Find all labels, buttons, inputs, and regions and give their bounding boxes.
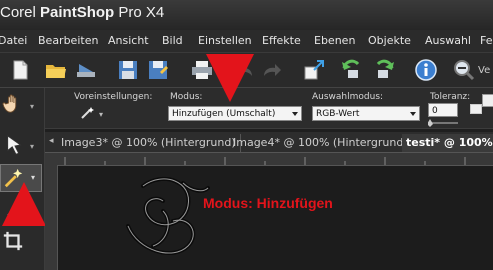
menu-bar: Datei Bearbeiten Ansicht Bild Einstellen…	[0, 30, 493, 53]
open-folder-icon[interactable]	[44, 58, 68, 82]
chevron-down-icon[interactable]: ▾	[30, 142, 34, 151]
save-icon[interactable]	[116, 58, 140, 82]
horizontal-ruler	[45, 153, 493, 166]
mode-select-value: Hinzufügen (Umschalt)	[172, 109, 276, 119]
menu-einstellen[interactable]: Einstellen	[198, 34, 252, 47]
annotation-arrow-down-icon	[206, 54, 254, 102]
chevron-down-icon[interactable]: ▾	[30, 102, 34, 111]
app-title: Corel PaintShop Pro X4	[0, 4, 164, 21]
selection-mode-select-value: RGB-Wert	[316, 109, 360, 119]
resize-icon[interactable]	[302, 58, 326, 82]
presets-label: Voreinstellungen:	[74, 92, 153, 102]
tabs-scroll-left-icon[interactable]: ◂	[49, 136, 54, 146]
document-tab-bar: ◂ Image3* @ 100% (Hintergrund) Image4* @…	[45, 132, 493, 153]
pan-hand-icon[interactable]	[2, 92, 24, 114]
title-bar: Corel PaintShop Pro X4	[0, 0, 493, 30]
tab-image3[interactable]: Image3* @ 100% (Hintergrund)	[57, 134, 241, 152]
zoom-label-truncated: Ve	[478, 65, 491, 76]
tab-image4[interactable]: Image4* @ 100% (Hintergrund)	[229, 134, 413, 152]
new-file-icon[interactable]	[8, 58, 32, 82]
mode-select[interactable]: Hinzufügen (Umschalt)	[168, 106, 302, 121]
ruler-ticks	[64, 157, 466, 165]
info-icon[interactable]	[414, 58, 438, 82]
menu-objekte[interactable]: Objekte	[368, 34, 411, 47]
tolerance-spin-up[interactable]	[470, 104, 482, 114]
chevron-down-icon	[410, 112, 416, 116]
annotation-arrow-up-icon	[2, 182, 46, 226]
menu-ansicht[interactable]: Ansicht	[108, 34, 149, 47]
crop-icon[interactable]	[2, 230, 24, 252]
menu-datei[interactable]: Datei	[0, 34, 27, 47]
tab-label: testi* @ 100% (R	[406, 136, 493, 149]
tab-label: Image3* @ 100% (Hintergrund)	[61, 136, 236, 149]
tab-label: Image4* @ 100% (Hintergrund)	[233, 136, 408, 149]
tolerance-value: 0	[432, 106, 438, 116]
presets-dropdown-arrow-icon[interactable]: ▾	[99, 110, 103, 119]
pick-arrow-icon[interactable]	[4, 134, 26, 156]
menu-bild[interactable]: Bild	[162, 34, 183, 47]
menu-auswahl[interactable]: Auswahl	[425, 34, 471, 47]
tolerance-slider[interactable]	[428, 119, 458, 127]
tolerance-input[interactable]: 0	[428, 103, 458, 117]
menu-bearbeiten[interactable]: Bearbeiten	[38, 34, 98, 47]
presets-magic-wand-icon[interactable]	[80, 106, 96, 120]
save-as-icon[interactable]	[146, 58, 170, 82]
mode-label: Modus:	[170, 92, 203, 102]
calligraphy-swirl-artwork	[126, 176, 210, 256]
menu-effekte[interactable]: Effekte	[262, 34, 301, 47]
annotation-text: Modus: Hinzufügen	[203, 195, 333, 211]
selection-mode-label: Auswahlmodus:	[312, 92, 384, 102]
tolerance-label: Toleranz:	[430, 92, 471, 102]
menu-ebenen[interactable]: Ebenen	[314, 34, 355, 47]
rotate-left-icon[interactable]	[340, 58, 364, 82]
app-title-version: Pro X4	[118, 4, 165, 21]
chevron-down-icon	[292, 112, 298, 116]
rotate-right-icon[interactable]	[372, 58, 396, 82]
scanner-icon[interactable]	[74, 58, 98, 82]
menu-fenster[interactable]: Fe	[480, 34, 493, 47]
app-title-brand: Corel	[0, 4, 36, 21]
options-checkbox[interactable]	[482, 94, 493, 107]
redo-icon[interactable]	[260, 58, 284, 82]
tools-palette: ▾ ▾ ▾	[0, 88, 45, 270]
selection-mode-select[interactable]: RGB-Wert	[312, 106, 420, 121]
app-title-product: PaintShop	[40, 4, 115, 21]
vertical-ruler	[45, 165, 58, 270]
image-canvas[interactable]	[58, 166, 493, 270]
tab-testi[interactable]: testi* @ 100% (R	[402, 134, 493, 152]
zoom-icon[interactable]	[452, 58, 476, 82]
